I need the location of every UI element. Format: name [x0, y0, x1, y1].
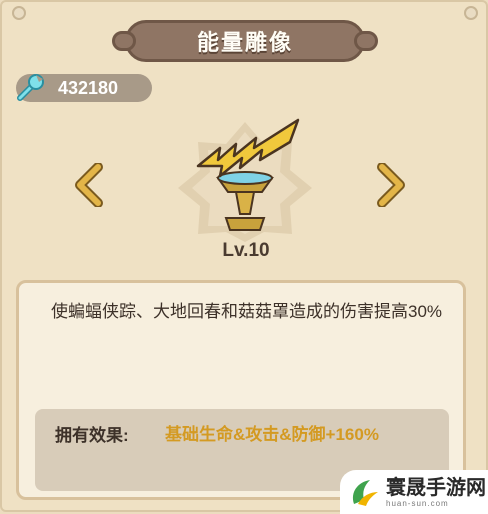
lightning-goblet-icon [178, 118, 312, 242]
watermark: 寰晟手游网 huan-sun.com [340, 470, 488, 514]
watermark-url: huan-sun.com [386, 498, 449, 508]
watermark-logo-icon [352, 480, 378, 506]
currency-value: 432180 [58, 78, 119, 98]
watermark-text: 寰晟手游网 huan-sun.com [386, 477, 486, 508]
title-banner: 能量雕像 [112, 20, 378, 62]
corner-decoration [12, 6, 26, 20]
chevron-left-icon [75, 163, 103, 207]
watermark-name: 寰晟手游网 [386, 476, 486, 499]
statue-description: 使蝙蝠侠踪、大地回春和菇菇罩造成的伤害提高30% [51, 302, 443, 321]
next-statue-button[interactable] [374, 162, 410, 208]
wrench-icon [17, 74, 44, 101]
page-title: 能量雕像 [196, 30, 293, 55]
statue-panel: 能量雕像 432180 Lv.10 使蝙蝠侠踪、大地回春和菇菇罩造成的伤害提高3… [0, 0, 488, 514]
effect-value: 基础生命&攻击&防御+160% [165, 425, 379, 444]
effect-label: 拥有效果: [55, 426, 129, 445]
banner-left-wing [112, 31, 136, 51]
statue-level: Lv.10 [222, 240, 270, 261]
chevron-right-icon [377, 163, 405, 207]
currency-display: 432180 [16, 74, 152, 102]
banner-right-wing [354, 31, 378, 51]
description-panel: 使蝙蝠侠踪、大地回春和菇菇罩造成的伤害提高30% 拥有效果: 基础生命&攻击&防… [16, 280, 466, 500]
close-dot-button[interactable] [464, 6, 478, 20]
prev-statue-button[interactable] [70, 162, 106, 208]
